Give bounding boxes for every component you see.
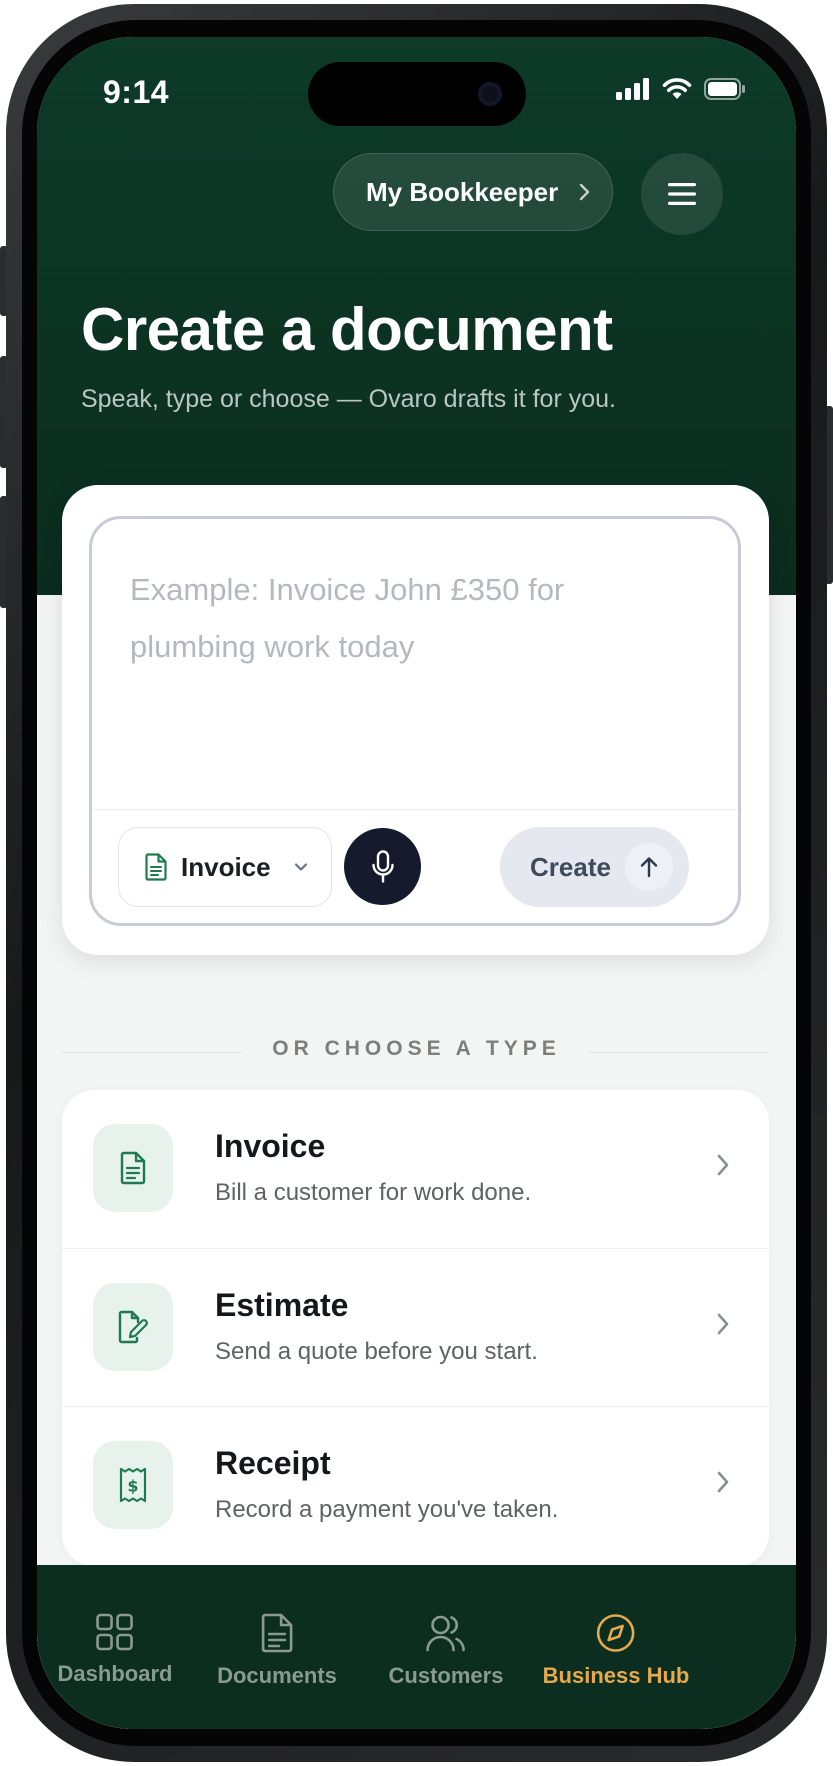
list-item-receipt[interactable]: $ Receipt Record a payment you've taken. <box>62 1406 769 1565</box>
bottom-navigation: Dashboard Documents Customers Business H… <box>37 1565 796 1729</box>
type-name: Estimate <box>215 1287 349 1323</box>
compose-card: Example: Invoice John £350 for plumbing … <box>62 485 769 955</box>
type-description: Bill a customer for work done. <box>215 1179 532 1206</box>
microphone-icon <box>371 849 394 883</box>
compose-placeholder: Example: Invoice John £350 for plumbing … <box>130 572 565 664</box>
nav-item-customers[interactable]: Customers <box>388 1613 504 1689</box>
document-icon <box>93 1124 173 1212</box>
type-description: Send a quote before you start. <box>215 1338 538 1365</box>
nav-item-documents[interactable]: Documents <box>217 1613 337 1689</box>
create-label: Create <box>530 851 611 882</box>
list-item-estimate[interactable]: Estimate Send a quote before you start. <box>62 1248 769 1407</box>
page-title: Create a document <box>81 296 613 363</box>
menu-button[interactable] <box>641 153 723 235</box>
my-bookkeeper-label: My Bookkeeper <box>366 176 559 207</box>
chevron-down-icon <box>294 863 307 871</box>
choose-type-label: OR CHOOSE A TYPE <box>272 1037 561 1060</box>
screen: 9:14 My Bookkeeper Create a document Spe… <box>37 37 796 1729</box>
document-icon <box>145 853 167 881</box>
type-name: Receipt <box>215 1445 331 1481</box>
status-icons <box>616 77 746 100</box>
chevron-right-icon <box>717 1471 729 1493</box>
chevron-right-icon <box>579 183 590 201</box>
battery-icon <box>704 77 745 100</box>
document-type-value: Invoice <box>181 851 271 882</box>
page-subtitle: Speak, type or choose — Ovaro drafts it … <box>81 385 616 413</box>
camera-icon <box>478 82 502 106</box>
nav-label: Business Hub <box>542 1663 690 1688</box>
hamburger-menu-icon <box>668 183 696 205</box>
users-icon <box>426 1615 466 1652</box>
chevron-right-icon <box>717 1313 729 1335</box>
type-description: Record a payment you've taken. <box>215 1496 559 1523</box>
nav-item-business-hub[interactable]: Business Hub <box>542 1613 690 1689</box>
chevron-right-icon <box>717 1154 729 1176</box>
receipt-icon: $ <box>93 1441 173 1529</box>
nav-label: Dashboard <box>57 1661 173 1686</box>
nav-item-dashboard[interactable]: Dashboard <box>57 1613 173 1687</box>
grid-icon <box>96 1613 134 1651</box>
create-button[interactable]: Create <box>500 827 689 907</box>
svg-text:$: $ <box>127 1477 138 1496</box>
cellular-signal-icon <box>616 77 649 100</box>
status-time: 9:14 <box>103 74 170 110</box>
arrow-up-icon <box>625 843 673 891</box>
document-type-select[interactable]: Invoice <box>118 827 332 907</box>
nav-label: Customers <box>388 1663 504 1688</box>
type-name: Invoice <box>215 1128 326 1164</box>
compose-divider <box>92 809 738 810</box>
compass-icon <box>597 1614 635 1652</box>
list-item-invoice[interactable]: Invoice Bill a customer for work done. <box>62 1090 769 1248</box>
dynamic-island <box>308 62 526 126</box>
document-icon <box>261 1613 293 1653</box>
compose-input[interactable]: Example: Invoice John £350 for plumbing … <box>89 516 741 926</box>
nav-label: Documents <box>217 1663 337 1688</box>
voice-input-button[interactable] <box>344 828 421 905</box>
divider-right <box>589 1052 769 1053</box>
wifi-icon <box>662 78 692 99</box>
document-type-list: Invoice Bill a customer for work done. E… <box>62 1090 769 1566</box>
my-bookkeeper-button[interactable]: My Bookkeeper <box>333 153 613 231</box>
document-edit-icon <box>93 1283 173 1371</box>
